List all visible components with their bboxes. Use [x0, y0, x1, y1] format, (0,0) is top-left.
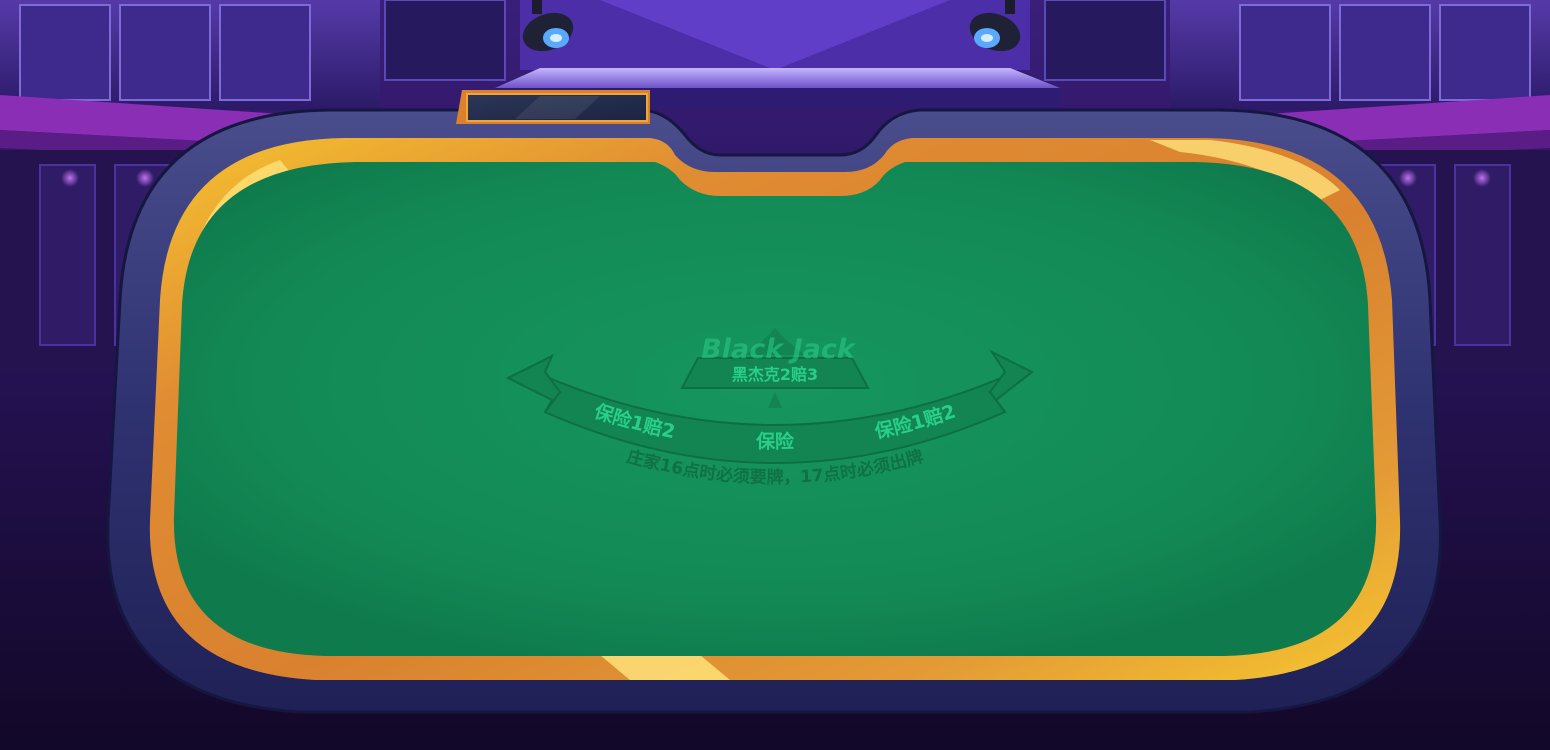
blackjack-table: Black Jack 黑杰克2赔3 保险1赔2 保险 保险1赔2 庄家16点时必… [106, 90, 1442, 714]
brand-title: Black Jack [701, 334, 857, 365]
blackjack-scene: Black Jack 黑杰克2赔3 保险1赔2 保险 保险1赔2 庄家16点时必… [0, 0, 1550, 750]
table-felt [173, 162, 1377, 656]
blackjack-payout-label: 黑杰克2赔3 [732, 365, 818, 384]
dealer-plate [456, 90, 650, 124]
